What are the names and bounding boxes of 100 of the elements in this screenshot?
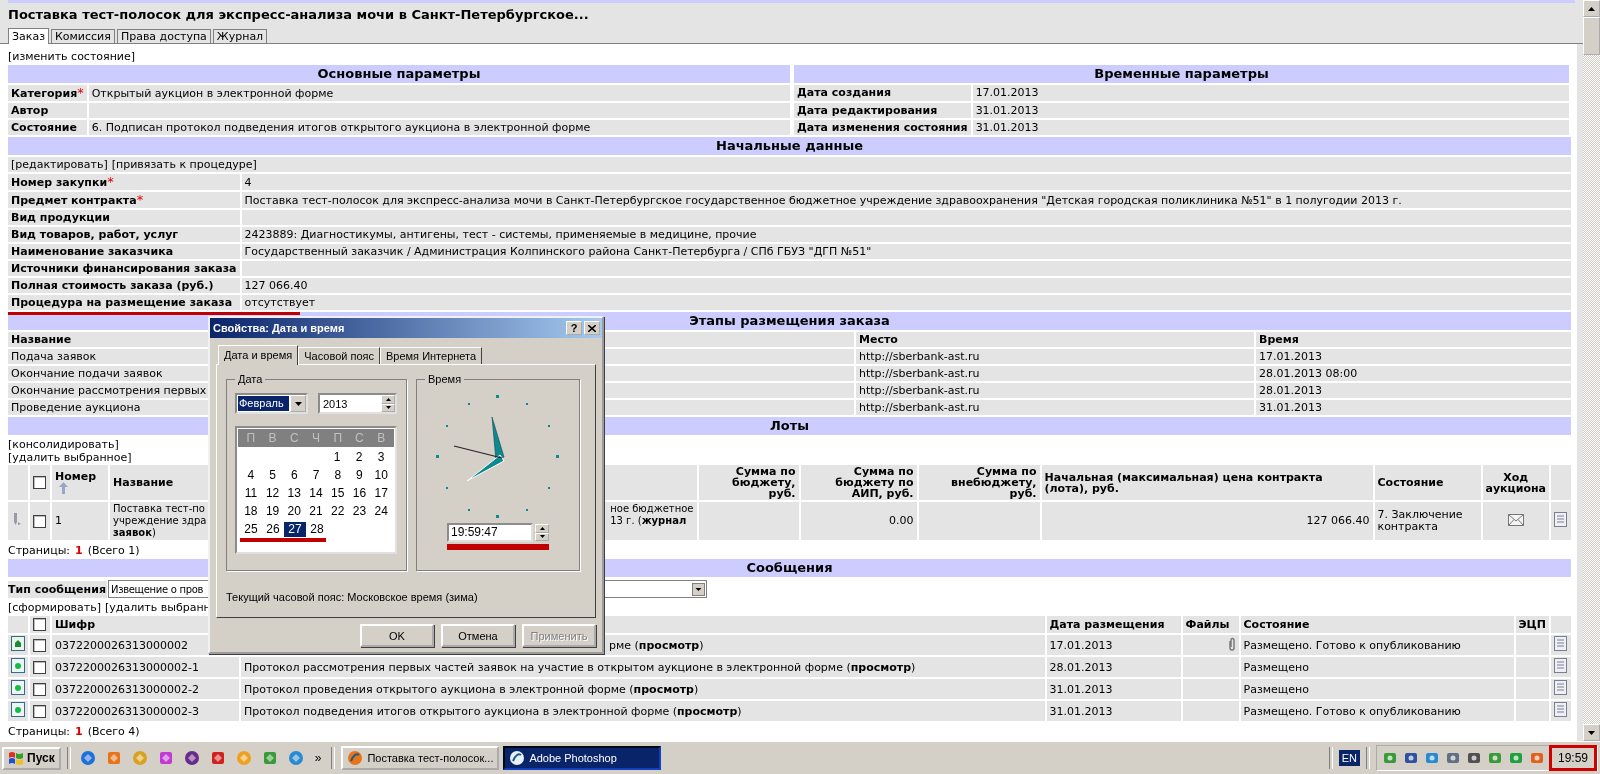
status-document-icon[interactable]	[11, 680, 25, 695]
launcher-icon[interactable]	[157, 750, 174, 766]
calendar-day[interactable]: 11	[240, 485, 262, 501]
tab[interactable]: Журнал	[212, 29, 268, 43]
calendar-day[interactable]: 10	[370, 467, 393, 483]
launcher-icon[interactable]	[79, 750, 96, 766]
calendar-day[interactable]: 9	[348, 467, 371, 483]
month-select[interactable]: Февраль	[235, 393, 308, 414]
start-button[interactable]: Пуск	[2, 746, 61, 770]
action-link[interactable]: [привязать к процедуре]	[111, 158, 257, 171]
time-field[interactable]: 19:59:47	[447, 523, 533, 542]
envelope-icon[interactable]	[1507, 513, 1524, 526]
field-label: Тип сообщения	[8, 580, 107, 598]
pin-icon[interactable]	[11, 511, 23, 528]
taskbar-button[interactable]: Adobe Photoshop	[503, 746, 662, 770]
more-button[interactable]: »	[310, 751, 326, 765]
document-icon[interactable]	[1554, 512, 1567, 527]
calendar-day[interactable]: 19	[261, 503, 284, 519]
scroll-thumb[interactable]	[1583, 17, 1600, 55]
vertical-scrollbar[interactable]	[1583, 0, 1600, 741]
calendar-day[interactable]: 23	[348, 503, 371, 519]
calendar-day[interactable]: 27	[284, 521, 306, 537]
dialog-button[interactable]: Отмена	[441, 624, 515, 647]
scroll-down-button[interactable]	[1583, 724, 1600, 741]
tray-icon[interactable]	[1444, 750, 1461, 766]
table-cell: 0372200026313000002-1	[55, 660, 199, 674]
calendar-day[interactable]: 20	[283, 503, 306, 519]
checkbox[interactable]	[33, 704, 46, 718]
table-cell: Размещено	[1243, 682, 1309, 696]
document-icon[interactable]	[1554, 702, 1567, 717]
action-link[interactable]: [сформировать]	[8, 601, 102, 614]
scroll-up-button[interactable]	[1583, 0, 1600, 17]
calendar-day[interactable]: 3	[370, 449, 392, 465]
column-header: Номер	[55, 470, 97, 483]
launcher-icon[interactable]	[183, 750, 200, 766]
document-icon[interactable]	[1554, 680, 1567, 695]
calendar-day[interactable]: 22	[326, 503, 349, 519]
tray-icon[interactable]	[1423, 750, 1440, 766]
calendar-day[interactable]: 4	[240, 467, 262, 483]
page-link[interactable]: 1	[75, 543, 83, 558]
table-cell: http://sberbank-ast.ru	[859, 367, 980, 380]
taskbar-button[interactable]: Поставка тест-полосок...	[341, 746, 500, 770]
tab[interactable]: Часовой пояс	[298, 347, 380, 364]
calendar-day[interactable]: 12	[261, 485, 284, 501]
calendar-day[interactable]: 21	[305, 503, 327, 519]
checkbox[interactable]	[33, 660, 46, 674]
status-document-icon[interactable]	[11, 702, 25, 717]
tray-icon[interactable]	[1465, 750, 1482, 766]
action-link[interactable]: [редактировать]	[11, 158, 108, 171]
calendar-day[interactable]: 18	[240, 503, 262, 519]
tray-icon[interactable]	[1528, 750, 1545, 766]
calendar-day[interactable]: 16	[348, 485, 371, 501]
action-link[interactable]: [удалить выбранное]	[8, 451, 132, 464]
action-link[interactable]: [консолидировать]	[8, 438, 119, 451]
language-indicator[interactable]: EN	[1338, 750, 1360, 766]
calendar-day[interactable]: 28	[306, 521, 328, 537]
tab[interactable]: Дата и время	[218, 345, 299, 365]
help-button[interactable]: ?	[566, 321, 582, 335]
tray-icon[interactable]	[1381, 750, 1398, 766]
tab[interactable]: Комиссия	[51, 29, 115, 43]
year-spinner[interactable]: 2013	[318, 393, 397, 414]
close-button[interactable]	[584, 321, 600, 335]
checkbox[interactable]	[33, 682, 46, 696]
table-cell: 0372200026313000002-3	[55, 704, 199, 718]
tray-icon[interactable]	[1402, 750, 1419, 766]
calendar-day[interactable]: 17	[370, 485, 393, 501]
checkbox[interactable]	[33, 638, 46, 652]
checkbox[interactable]	[33, 618, 46, 631]
calendar-day[interactable]: 2	[348, 449, 370, 465]
calendar-day[interactable]: 26	[262, 521, 284, 537]
tray-icon[interactable]	[1507, 750, 1524, 766]
time-spinner[interactable]	[535, 524, 549, 541]
document-icon[interactable]	[1554, 658, 1567, 673]
tab[interactable]: Права доступа	[116, 29, 211, 43]
launcher-icon[interactable]	[209, 750, 226, 766]
calendar-day[interactable]: 1	[326, 449, 348, 465]
checkbox[interactable]	[33, 514, 46, 528]
change-state-link[interactable]: [изменить состояние]	[8, 50, 136, 63]
calendar-day[interactable]: 6	[283, 467, 306, 483]
dialog-button[interactable]: OK	[360, 624, 434, 647]
tray-icon[interactable]	[1486, 750, 1503, 766]
paperclip-icon[interactable]	[1227, 636, 1236, 651]
document-icon[interactable]	[1554, 636, 1567, 651]
tab[interactable]: Заказ	[8, 28, 50, 44]
checkbox[interactable]	[33, 476, 46, 489]
sort-arrow-icon[interactable]	[59, 482, 68, 494]
calendar-day[interactable]: 13	[283, 485, 306, 501]
calendar-day[interactable]: 25	[240, 521, 262, 537]
page-link[interactable]: 1	[75, 724, 83, 739]
calendar-day[interactable]: 5	[261, 467, 284, 483]
tab[interactable]: Время Интернета	[380, 347, 483, 364]
status-document-icon[interactable]	[11, 658, 25, 673]
calendar-day[interactable]: 15	[326, 485, 349, 501]
calendar-day[interactable]: 14	[305, 485, 327, 501]
field-value: 127 066.40	[244, 279, 308, 292]
calendar-day[interactable]: 24	[370, 503, 393, 519]
taskbar-clock[interactable]: 19:59	[1548, 745, 1597, 771]
lock-document-icon[interactable]	[11, 636, 25, 651]
calendar-day[interactable]: 7	[305, 467, 327, 483]
calendar-day[interactable]: 8	[326, 467, 349, 483]
